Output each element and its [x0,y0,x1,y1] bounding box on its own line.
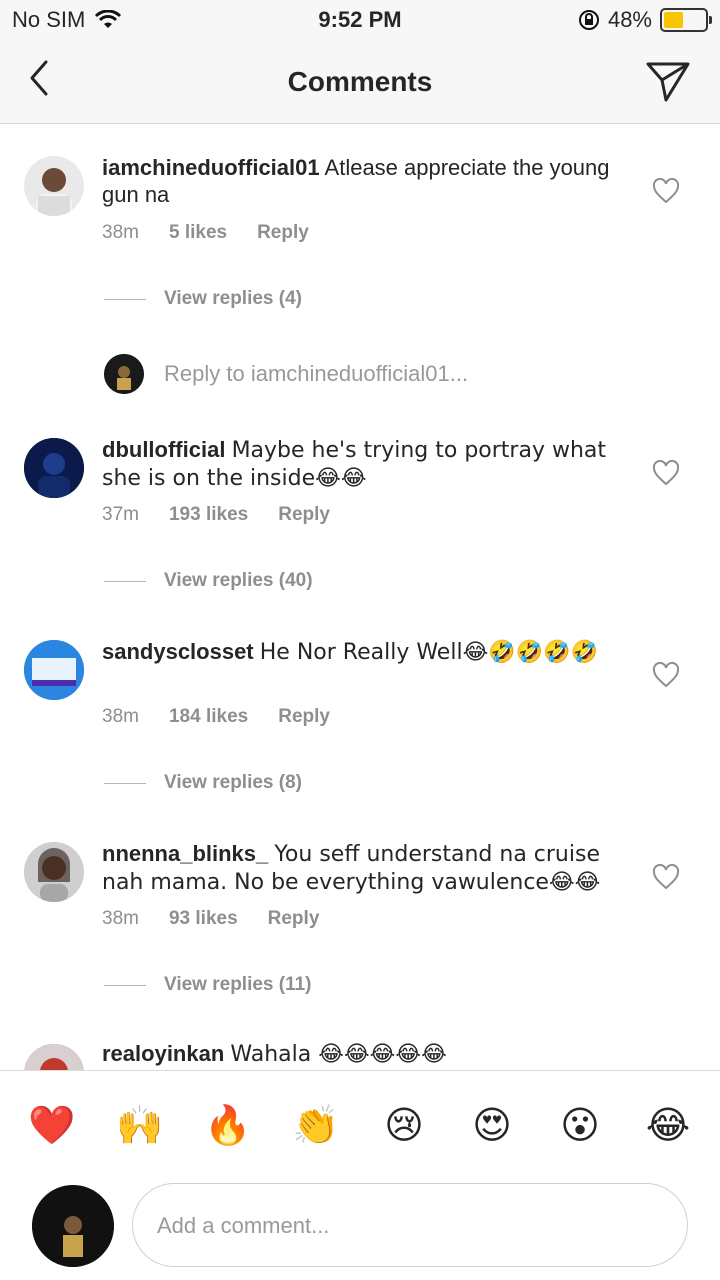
view-replies-link[interactable]: View replies (4) [104,288,302,310]
avatar[interactable] [24,640,84,700]
like-heart-icon[interactable] [652,662,680,688]
comment-body: Wahala 😂😂😂😂😂 [230,1042,447,1067]
comment-time: 38m [102,222,139,243]
comment-text: iamchineduofficial01 Atlease appreciate … [102,154,622,208]
emoji-heart-eyes-button[interactable]: 😍 [468,1101,516,1149]
reply-prompt[interactable]: Reply to iamchineduofficial01... [104,354,468,394]
comment-body: He Nor Really Well😂🤣🤣🤣🤣 [259,640,598,665]
avatar[interactable] [24,842,84,902]
current-user-avatar [32,1185,114,1267]
battery-fill [664,12,684,28]
reply-button[interactable]: Reply [278,706,330,728]
emoji-surprised-button[interactable]: 😮 [556,1101,604,1149]
comment-username[interactable]: iamchineduofficial01 [102,155,320,180]
comment-username[interactable]: realoyinkan [102,1041,224,1066]
reply-avatar [104,354,144,394]
reply-button[interactable]: Reply [268,908,320,930]
comment-text: dbullofficial Maybe he's trying to portr… [102,436,622,492]
like-heart-icon[interactable] [652,460,680,486]
emoji-fire-button[interactable]: 🔥 [204,1101,252,1149]
send-icon[interactable] [644,56,692,104]
nav-bar: Comments [0,40,720,124]
comment-likes[interactable]: 5 likes [169,222,227,244]
comment-username[interactable]: dbullofficial [102,437,225,462]
quick-emoji-bar: ❤️ 🙌 🔥 👏 😢 😍 😮 😂 [28,1101,692,1149]
battery-icon [660,8,712,32]
view-replies-label: View replies (8) [164,772,302,793]
view-replies-link[interactable]: View replies (11) [104,974,312,996]
emoji-heart-button[interactable]: ❤️ [28,1101,76,1149]
avatar[interactable] [24,1044,84,1070]
avatar[interactable] [24,438,84,498]
view-replies-link[interactable]: View replies (40) [104,570,313,592]
page-title: Comments [287,66,433,97]
comment-time: 38m [102,908,139,929]
emoji-clap-button[interactable]: 👏 [292,1101,340,1149]
emoji-raised-hands-button[interactable]: 🙌 [116,1101,164,1149]
comment-text: nnenna_blinks_ You seff understand na cr… [102,840,622,896]
replies-divider [104,580,146,582]
view-replies-label: View replies (11) [164,974,312,995]
like-heart-icon[interactable] [652,864,680,890]
status-bar: No SIM 9:52 PM 48% [0,0,720,40]
comment-text: sandysclosset He Nor Really Well😂🤣🤣🤣🤣 [102,638,622,666]
avatar[interactable] [24,156,84,216]
comment-likes[interactable]: 193 likes [169,504,248,526]
emoji-laughing-button[interactable]: 😂 [644,1101,692,1149]
emoji-crying-button[interactable]: 😢 [380,1101,428,1149]
comment-username[interactable]: sandysclosset [102,639,254,664]
reply-prompt-text: Reply to iamchineduofficial01... [164,361,469,386]
like-heart-icon[interactable] [652,178,680,204]
comment-likes[interactable]: 93 likes [169,908,238,930]
comment-text: realoyinkan Wahala 😂😂😂😂😂 [102,1040,622,1068]
view-replies-link[interactable]: View replies (8) [104,772,302,794]
comment-username[interactable]: nnenna_blinks_ [102,841,268,866]
comment-likes[interactable]: 184 likes [169,706,248,728]
view-replies-label: View replies (4) [164,288,302,309]
battery-percent: 48% [607,7,652,32]
rotation-lock-icon [578,10,599,30]
replies-divider [104,782,146,784]
comment-time: 38m [102,706,139,727]
reply-button[interactable]: Reply [257,222,309,244]
comment-item: realoyinkan Wahala 😂😂😂😂😂 [0,1038,720,1070]
view-replies-label: View replies (40) [164,570,313,591]
comment-input[interactable]: Add a comment... [132,1183,688,1267]
reply-button[interactable]: Reply [278,504,330,526]
comment-composer: ❤️ 🙌 🔥 👏 😢 😍 😮 😂 Add a comment... [0,1070,720,1280]
comment-time: 37m [102,504,139,525]
replies-divider [104,298,146,300]
replies-divider [104,984,146,986]
